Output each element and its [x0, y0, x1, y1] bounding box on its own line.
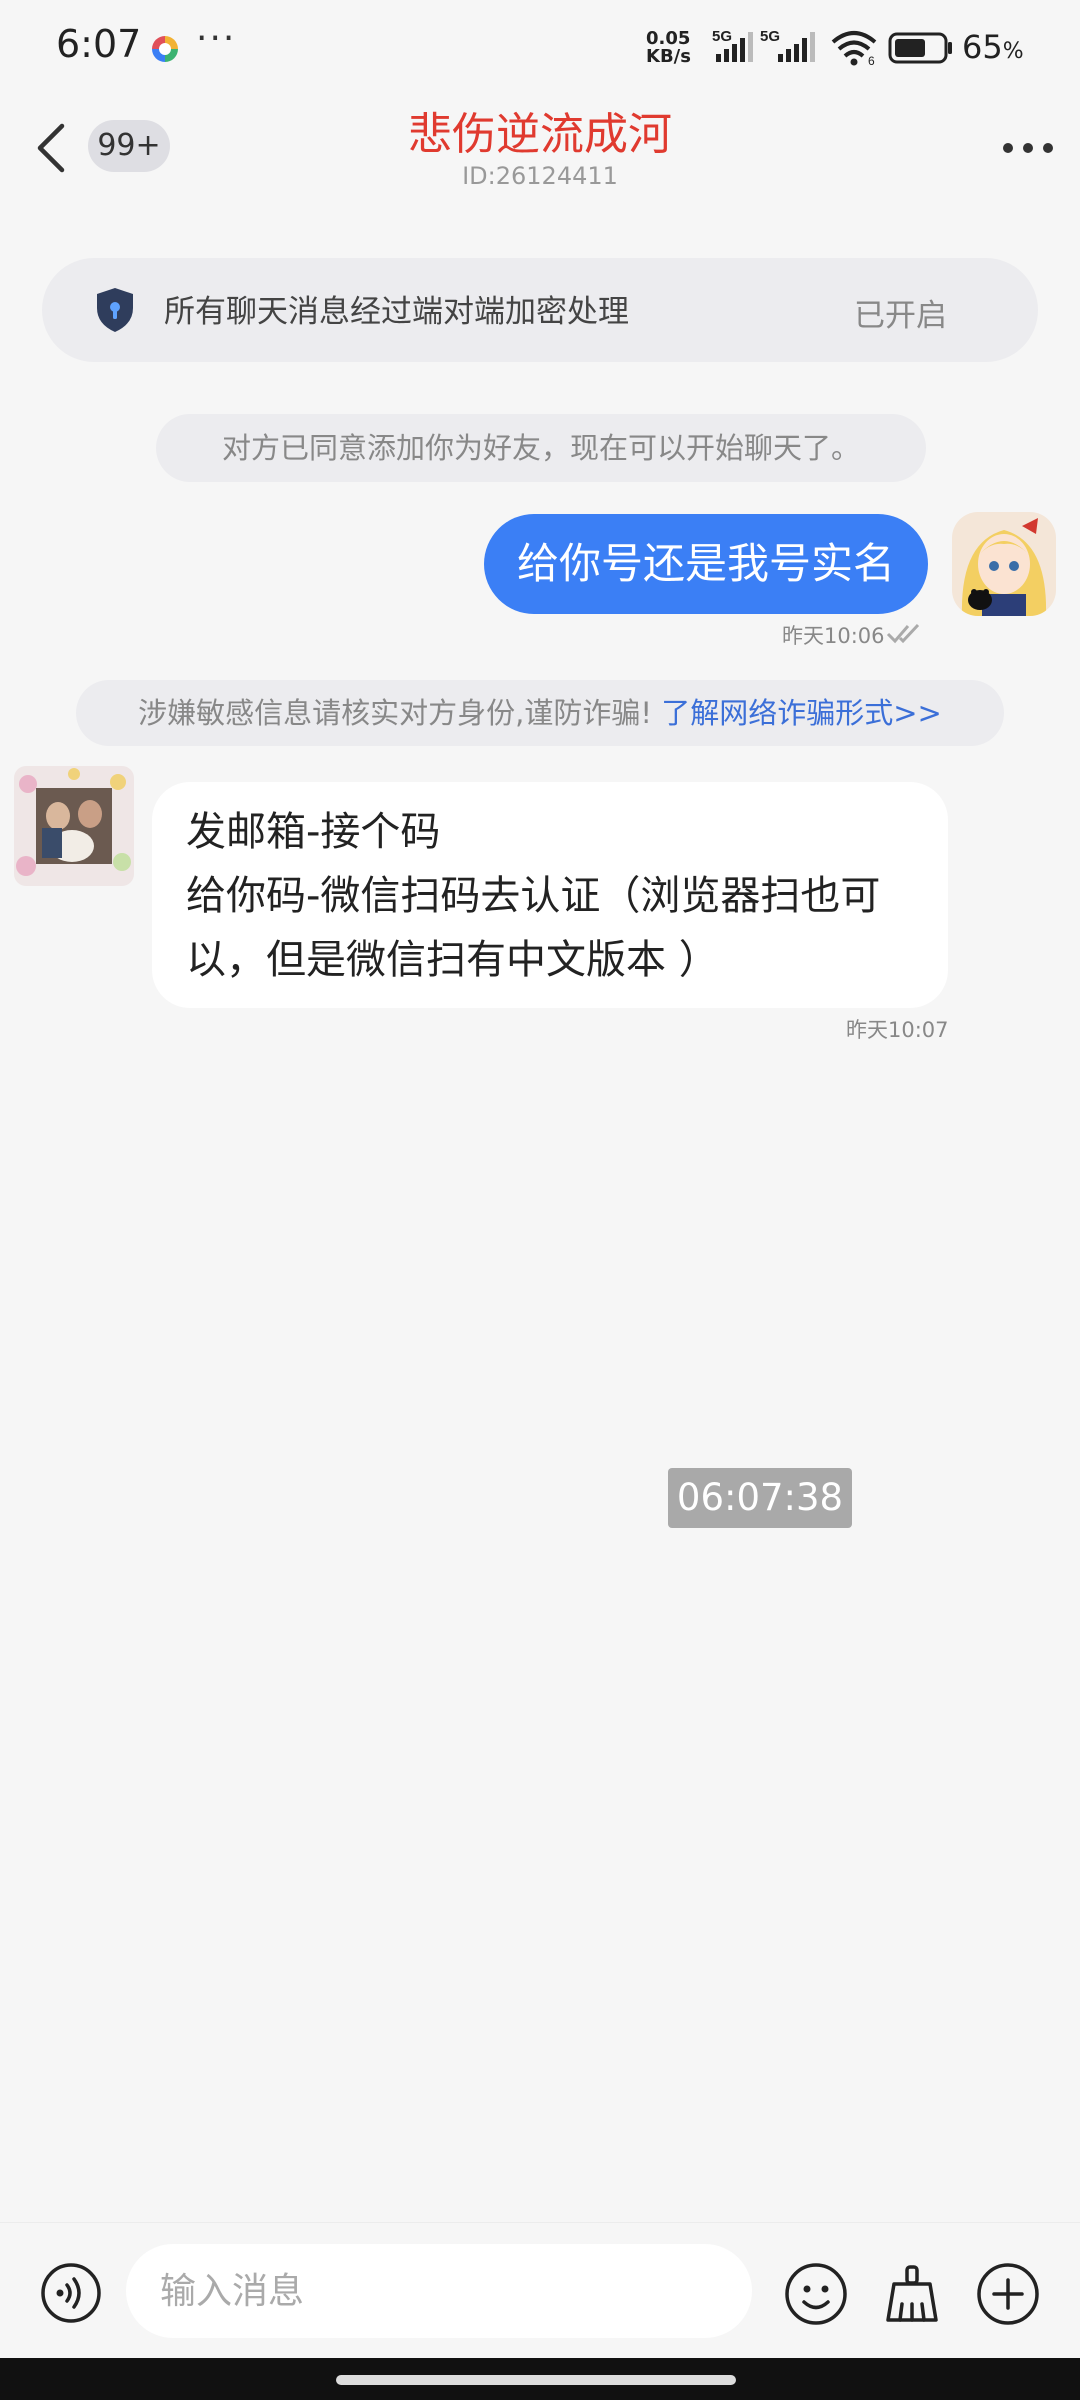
emoji-icon — [785, 2263, 847, 2325]
voice-icon — [41, 2263, 101, 2323]
cellular-signal-1-icon: 5G — [712, 28, 758, 68]
outgoing-message-bubble[interactable]: 给你号还是我号实名 — [484, 514, 928, 614]
broom-icon — [886, 2265, 938, 2322]
incoming-message-text: 发邮箱-接个码 给你码-微信扫码去认证（浏览器扫也可以，但是微信扫有中文版本 ） — [186, 800, 926, 992]
avatar-contact[interactable] — [14, 766, 134, 886]
gesture-handle[interactable] — [336, 2375, 736, 2385]
app-notification-icon — [152, 36, 178, 62]
shield-lock-icon — [97, 288, 133, 332]
battery-value: 65 — [962, 28, 1003, 66]
battery-percentage: 65% — [962, 28, 1024, 66]
voice-button[interactable] — [40, 2262, 102, 2324]
network-speed-unit: KB/s — [646, 46, 691, 67]
sim2-label: 5G — [760, 28, 780, 45]
battery-icon — [888, 32, 954, 68]
encryption-status: 已开启 — [854, 298, 947, 334]
wifi-icon: 6 — [830, 30, 880, 70]
emoji-button[interactable] — [784, 2262, 848, 2326]
clean-button[interactable] — [880, 2262, 944, 2326]
more-horizontal-icon — [1003, 143, 1053, 153]
battery-unit: % — [1002, 39, 1024, 64]
status-time: 6:07 — [56, 22, 142, 66]
incoming-message-line: 发邮箱-接个码 — [186, 809, 441, 855]
outgoing-message-time: 昨天10:06 — [782, 624, 885, 648]
system-notice: 对方已同意添加你为好友，现在可以开始聊天了。 — [156, 414, 926, 482]
chat-id: ID:26124411 — [462, 162, 618, 190]
sim1-label: 5G — [712, 28, 732, 45]
fraud-warning-text: 涉嫌敏感信息请核实对方身份,谨防诈骗! — [138, 696, 662, 730]
more-options-button[interactable] — [998, 138, 1058, 158]
chat-title: 悲伤逆流成河 — [408, 109, 672, 160]
fraud-info-link[interactable]: 了解网络诈骗形式>> — [661, 696, 942, 730]
encryption-text: 所有聊天消息经过端对端加密处理 — [164, 294, 629, 330]
fraud-warning-notice: 涉嫌敏感信息请核实对方身份,谨防诈骗! 了解网络诈骗形式>> — [76, 680, 1004, 746]
add-attachment-button[interactable] — [976, 2262, 1040, 2326]
status-more-indicator: ··· — [196, 18, 237, 59]
wifi-label: 6 — [868, 54, 875, 66]
message-input[interactable] — [126, 2244, 752, 2338]
cellular-signal-2-icon: 5G — [760, 28, 818, 68]
floating-clock: 06:07:38 — [668, 1468, 852, 1528]
incoming-message-time: 昨天10:07 — [846, 1018, 949, 1042]
plus-circle-icon — [977, 2263, 1039, 2325]
network-speed: 0.05 KB/s — [646, 30, 691, 66]
avatar-self[interactable] — [952, 512, 1056, 616]
incoming-message-line: 给你码-微信扫码去认证（浏览器扫也可以，但是微信扫有中文版本 ） — [186, 873, 881, 983]
double-check-icon — [886, 623, 920, 644]
